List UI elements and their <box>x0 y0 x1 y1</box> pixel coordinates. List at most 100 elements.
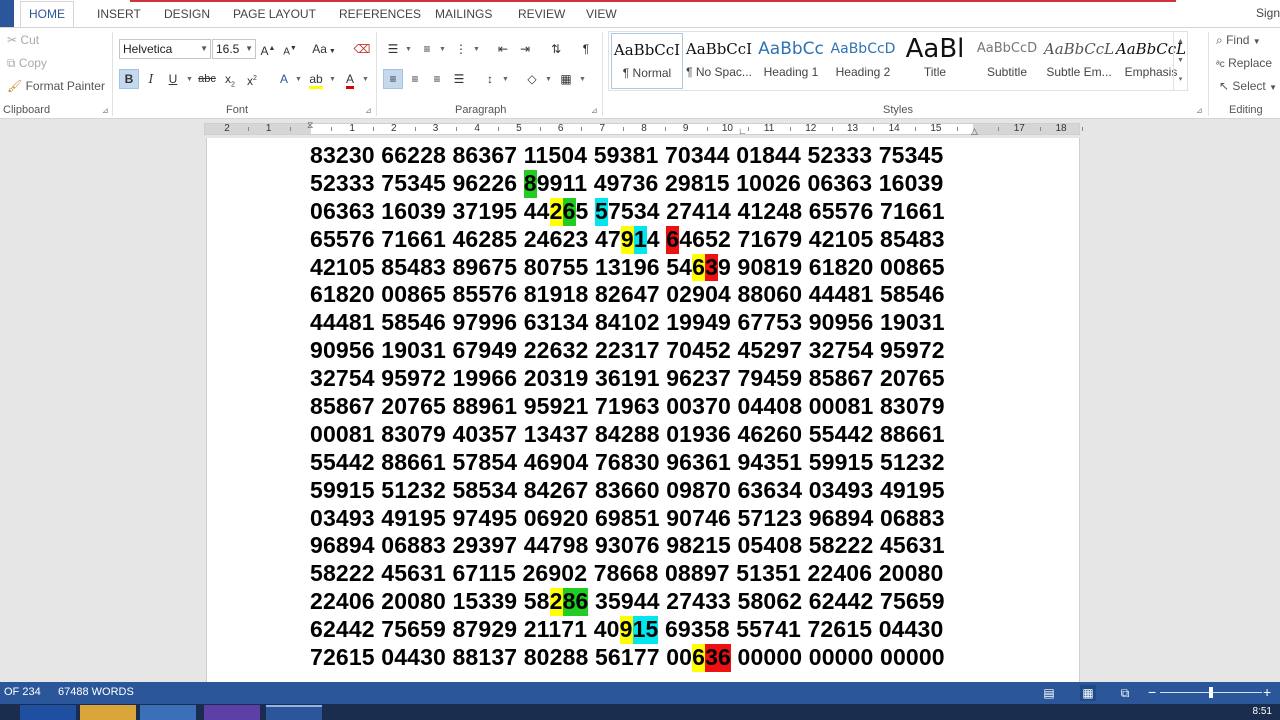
chevron-down-icon[interactable]: ▼ <box>473 46 480 53</box>
file-tab-edge[interactable] <box>0 0 14 27</box>
style-heading-2[interactable]: AaBbCcD Heading 2 <box>827 33 899 89</box>
justify-button[interactable]: ☰ <box>449 69 469 89</box>
superscript-button[interactable]: x2 <box>242 69 262 89</box>
word-icon[interactable] <box>266 705 322 720</box>
align-right-button[interactable]: ≡ <box>427 69 447 89</box>
app-icon[interactable] <box>204 705 260 720</box>
chevron-down-icon[interactable]: ▼ <box>545 76 552 83</box>
title-accent-line <box>130 0 1176 2</box>
font-name-combo[interactable]: Helvetica ▼ <box>119 39 211 59</box>
bold-button[interactable]: B <box>119 69 139 89</box>
copy-button[interactable]: ⧉ Copy <box>7 56 47 71</box>
line-text: 00000 00000 00000 <box>730 644 945 671</box>
line-text: 00081 83079 40357 13437 84288 01936 4626… <box>310 420 945 447</box>
replace-button[interactable]: ᵃc Replace <box>1216 56 1272 70</box>
tab-stop-icon[interactable]: ∟ <box>738 126 747 136</box>
borders-icon[interactable]: ▦ <box>556 69 576 89</box>
clock[interactable]: 8:51 <box>1253 706 1272 717</box>
shrink-font-button[interactable]: A▼ <box>280 39 300 59</box>
tab-insert[interactable]: INSERT <box>94 6 144 24</box>
document-line: 72615 04430 88137 80288 56177 00636 0000… <box>310 644 945 672</box>
find-button[interactable]: ⌕ Find ▼ <box>1216 33 1261 48</box>
chevron-down-icon[interactable]: ▼ <box>439 46 446 53</box>
ruler-tick <box>456 127 458 131</box>
more-styles-icon[interactable]: ▾ <box>1174 70 1187 89</box>
paragraph-launcher-icon[interactable]: ⊿ <box>591 106 598 115</box>
document-body[interactable]: 83230 66228 86367 11504 59381 70344 0184… <box>310 142 945 672</box>
chevron-up-icon[interactable]: ▲ <box>1174 32 1187 51</box>
align-center-button[interactable]: ≡ <box>405 69 425 89</box>
clipboard-launcher-icon[interactable]: ⊿ <box>102 106 109 115</box>
strikethrough-button[interactable]: abc <box>197 69 217 89</box>
indent-marker-icon[interactable]: ⧖ <box>307 120 313 131</box>
shading-icon[interactable]: ◇ <box>522 69 542 89</box>
bullets-icon[interactable]: ☰ <box>383 39 403 59</box>
chevron-down-icon: ▼ <box>245 44 253 53</box>
chevron-down-icon[interactable]: ▼ <box>186 76 193 83</box>
horizontal-ruler[interactable]: 2 1 1 2 3 4 5 6 7 8 9 10 11 12 13 14 15 17 18 ⧖ △ ∟ <box>204 120 1083 137</box>
styles-scroll[interactable]: ▲ ▼ ▾ <box>1173 32 1187 90</box>
chevron-down-icon[interactable]: ▼ <box>329 76 336 83</box>
read-mode-icon[interactable]: ▤ <box>1041 685 1057 701</box>
style-heading-1[interactable]: AaBbCc Heading 1 <box>755 33 827 89</box>
web-layout-icon[interactable]: ⧉ <box>1117 685 1133 701</box>
tab-view[interactable]: VIEW <box>583 6 620 24</box>
style-normal[interactable]: AaBbCcI ¶ Normal <box>611 33 683 89</box>
highlight-color-icon[interactable]: ab <box>306 69 326 89</box>
align-left-button[interactable]: ≡ <box>383 69 403 89</box>
numbering-icon[interactable]: ≡ <box>417 39 437 59</box>
app-icon[interactable] <box>140 705 196 720</box>
change-case-button[interactable]: Aa ▼ <box>310 39 338 59</box>
sign-in-link[interactable]: Sign <box>1256 6 1280 20</box>
ie-icon[interactable] <box>20 705 76 720</box>
page-count[interactable]: OF 234 <box>4 686 41 698</box>
style-subtle-emphasis[interactable]: AaBbCcL Subtle Em... <box>1043 33 1115 89</box>
chevron-down-icon[interactable]: ▼ <box>405 46 412 53</box>
word-count[interactable]: 67488 WORDS <box>58 686 134 698</box>
chevron-down-icon[interactable]: ▼ <box>295 76 302 83</box>
chevron-down-icon[interactable]: ▼ <box>502 76 509 83</box>
underline-button[interactable]: U <box>163 69 183 89</box>
style-subtitle[interactable]: AaBbCcD Subtitle <box>971 33 1043 89</box>
ribbon-home: ✂ Cut ⧉ Copy 🖌 Format Painter Clipboard … <box>0 27 1280 119</box>
tab-page-layout[interactable]: PAGE LAYOUT <box>230 6 319 24</box>
font-color-icon[interactable]: A <box>340 69 360 89</box>
grow-font-button[interactable]: A▲ <box>258 39 278 59</box>
zoom-out-icon[interactable]: − <box>1148 684 1156 700</box>
increase-indent-icon[interactable]: ⇥ <box>515 39 535 59</box>
italic-button[interactable]: I <box>141 69 161 89</box>
line-spacing-icon[interactable]: ↕ <box>480 69 500 89</box>
tab-review[interactable]: REVIEW <box>515 6 568 24</box>
tab-mailings[interactable]: MAILINGS <box>432 6 495 24</box>
styles-launcher-icon[interactable]: ⊿ <box>1196 106 1203 115</box>
subscript-button[interactable]: x2 <box>220 69 240 89</box>
style-title[interactable]: AaBl Title <box>899 33 971 89</box>
style-no-spacing[interactable]: AaBbCcI ¶ No Spac... <box>683 33 755 89</box>
sort-icon[interactable]: ⇅ <box>546 39 566 59</box>
font-size-combo[interactable]: 16.5 ▼ <box>212 39 256 59</box>
pilcrow-icon[interactable]: ¶ <box>576 39 596 59</box>
tab-references[interactable]: REFERENCES <box>336 6 424 24</box>
tab-home[interactable]: HOME <box>20 1 74 28</box>
tab-design[interactable]: DESIGN <box>161 6 213 24</box>
ruler-number: 18 <box>1055 123 1067 134</box>
zoom-in-icon[interactable]: + <box>1263 684 1271 700</box>
chevron-down-icon[interactable]: ▼ <box>1174 51 1187 70</box>
highlighted-digits: 6 <box>692 253 706 282</box>
zoom-slider-thumb[interactable] <box>1209 687 1213 698</box>
format-painter-button[interactable]: 🖌 Format Painter <box>7 79 105 93</box>
clear-formatting-icon[interactable]: ⌫ <box>352 39 372 59</box>
font-launcher-icon[interactable]: ⊿ <box>365 106 372 115</box>
document-line: 00081 83079 40357 13437 84288 01936 4626… <box>310 421 945 449</box>
print-layout-icon[interactable]: ▦ <box>1080 685 1096 701</box>
chevron-down-icon[interactable]: ▼ <box>579 76 586 83</box>
line-text: 42105 85483 89675 80755 13196 54 <box>310 253 693 280</box>
select-button[interactable]: ↖ Select ▼ <box>1219 79 1277 93</box>
decrease-indent-icon[interactable]: ⇤ <box>493 39 513 59</box>
text-effects-icon[interactable]: A <box>274 69 294 89</box>
right-indent-marker-icon[interactable]: △ <box>971 126 978 137</box>
cut-button[interactable]: ✂ Cut <box>7 33 39 47</box>
explorer-icon[interactable] <box>80 705 136 720</box>
chevron-down-icon[interactable]: ▼ <box>362 76 369 83</box>
multilevel-list-icon[interactable]: ⋮ <box>451 39 471 59</box>
